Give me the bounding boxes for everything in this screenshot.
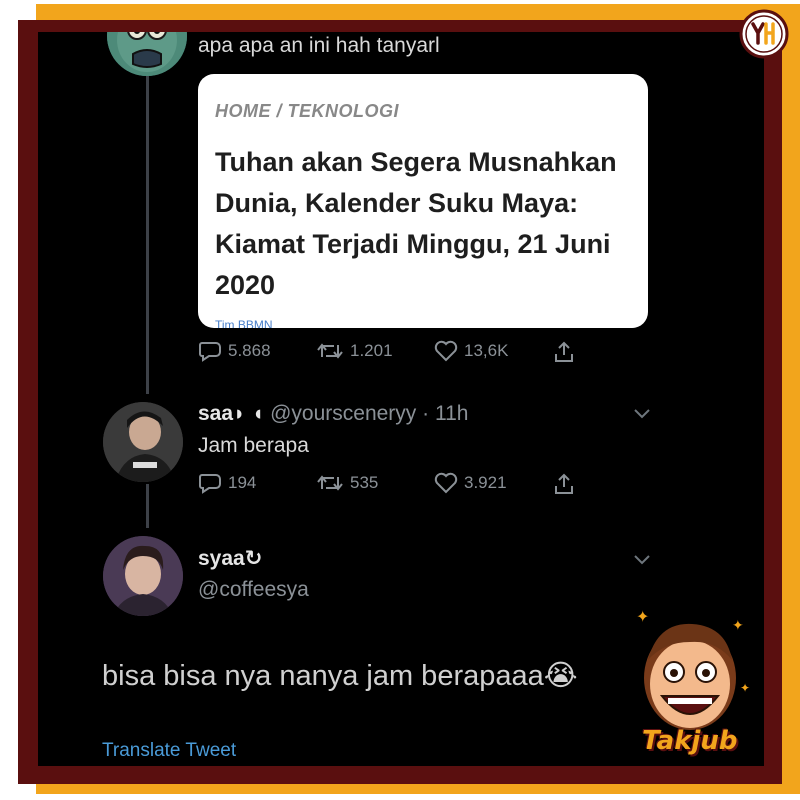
- refresh-icon: ↻: [244, 547, 263, 570]
- reply-1-text: Jam berapa: [198, 434, 309, 457]
- like-count: 3.921: [464, 473, 507, 492]
- retweet-icon: [317, 343, 343, 359]
- crying-emoji-icon: 😭: [543, 660, 578, 692]
- svg-text:✦: ✦: [740, 681, 750, 695]
- main-tweet-handle-row: @coffeesya: [198, 578, 309, 602]
- main-tweet-name-row: syaa↻: [198, 546, 262, 571]
- quoted-tweet-text: apa apa an ini hah tanyarl: [198, 34, 440, 57]
- translate-tweet-link[interactable]: Translate Tweet: [102, 740, 236, 762]
- thread-line-top: [146, 76, 149, 394]
- reply-icon: [199, 342, 221, 362]
- like-count: 13,6K: [464, 341, 509, 360]
- reply-button[interactable]: 5.868: [198, 340, 271, 362]
- reply-1-header: saa◗ ◖ @yoursceneryy · 11h: [198, 402, 468, 426]
- share-icon: [555, 473, 573, 494]
- reply-button[interactable]: 194: [198, 472, 256, 494]
- reply-1-name-suffix: ◗ ◖: [233, 402, 265, 425]
- takjub-sticker: ✦ ✦ ✦ Takjub: [628, 600, 756, 770]
- like-icon: [434, 340, 458, 362]
- retweet-count: 1.201: [350, 341, 393, 360]
- chevron-down-icon[interactable]: [632, 406, 652, 420]
- brand-logo-icon: [739, 9, 789, 59]
- sticker-label: Takjub: [642, 726, 738, 756]
- like-button[interactable]: 3.921: [434, 472, 507, 494]
- avatar-quoted-tweet[interactable]: [107, 32, 187, 76]
- card-byline: Tim BBMN: [215, 318, 273, 328]
- reply-count: 194: [228, 473, 257, 492]
- quoted-tweet-actions: 5.868 1.201 13,6K: [198, 340, 598, 368]
- like-button[interactable]: 13,6K: [434, 340, 508, 362]
- reply-1-display-name[interactable]: saa: [198, 402, 233, 425]
- main-tweet-body: bisa bisa nya nanya jam berapaaa: [102, 660, 544, 692]
- reply-1-time[interactable]: 11h: [435, 402, 468, 425]
- retweet-button[interactable]: 1.201: [316, 340, 393, 362]
- main-tweet-handle[interactable]: @coffeesya: [198, 578, 309, 601]
- retweet-button[interactable]: 535: [316, 472, 378, 494]
- retweet-icon: [317, 475, 343, 491]
- like-icon: [434, 472, 458, 494]
- card-breadcrumb: HOME / TEKNOLOGI: [215, 101, 400, 121]
- avatar-main-tweet[interactable]: [103, 536, 183, 616]
- svg-text:✦: ✦: [732, 618, 744, 634]
- cartoon-face-icon: [107, 32, 187, 76]
- retweet-count: 535: [350, 473, 379, 492]
- person-photo-icon: [103, 536, 183, 616]
- main-tweet-display-name[interactable]: syaa: [198, 547, 245, 570]
- share-button[interactable]: [552, 472, 576, 496]
- avatar-reply-1[interactable]: [103, 402, 183, 482]
- person-photo-icon: [103, 402, 183, 482]
- thread-line-bottom: [146, 484, 149, 528]
- chevron-down-icon[interactable]: [632, 552, 652, 566]
- svg-text:✦: ✦: [636, 607, 649, 626]
- share-button[interactable]: [552, 340, 576, 364]
- reply-icon: [199, 474, 221, 494]
- main-tweet-text: bisa bisa nya nanya jam berapaaa😭: [102, 658, 578, 693]
- reply-1-separator: ·: [422, 402, 430, 425]
- news-link-card[interactable]: HOME / TEKNOLOGI Tuhan akan Segera Musna…: [198, 74, 648, 328]
- share-icon: [555, 341, 573, 362]
- card-headline: Tuhan akan Segera Musnahkan Dunia, Kalen…: [215, 147, 617, 300]
- reply-count: 5.868: [228, 341, 271, 360]
- reply-1-actions: 194 535 3.921: [198, 472, 598, 500]
- reply-1-handle[interactable]: @yoursceneryy: [270, 402, 416, 425]
